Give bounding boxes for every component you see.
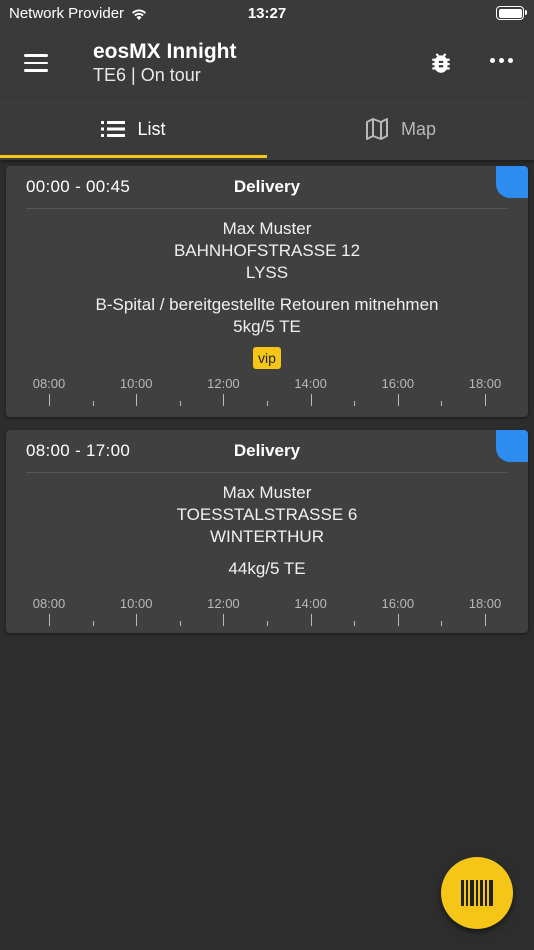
stop-card[interactable]: 00:00 - 00:45 Delivery Max Muster BAHNHO…	[6, 166, 528, 417]
timeline-label: 10:00	[119, 596, 153, 611]
timeline-major-tick	[485, 394, 486, 406]
timeline-minor-tick	[92, 621, 94, 626]
card-header: 00:00 - 00:45 Delivery	[6, 166, 528, 208]
bug-icon[interactable]	[428, 50, 454, 76]
scan-barcode-button[interactable]	[441, 857, 513, 929]
customer-city: WINTERTHUR	[210, 527, 324, 546]
card-timeline: 08:00 10:00 12:00 14:00 16:00 18:00	[27, 376, 507, 406]
timeline-label: 16:00	[381, 376, 415, 391]
timeline-major-tick	[310, 394, 312, 406]
timeline-minor-tick	[267, 621, 268, 626]
timeline-major-tick	[223, 394, 225, 406]
menu-icon[interactable]	[24, 54, 48, 72]
timeline-major-tick	[485, 614, 486, 626]
timeline-minor-tick	[441, 621, 443, 626]
timeline-label: 16:00	[381, 596, 415, 611]
customer-name: Max Muster	[222, 483, 312, 502]
active-tab-indicator	[0, 155, 267, 158]
status-time: 13:27	[247, 5, 287, 22]
card-header: 08:00 - 17:00 Delivery	[6, 430, 528, 472]
timeline-label: 10:00	[119, 376, 153, 391]
timeline-minor-tick	[179, 621, 181, 626]
app-header: eosMX Innight TE6 | On tour	[0, 28, 534, 98]
timeline-major-tick	[136, 394, 138, 406]
tab-list[interactable]: List	[0, 98, 267, 160]
stop-weight: 44kg/5 TE	[228, 559, 306, 578]
timeline-major-tick	[310, 614, 312, 626]
list-icon	[101, 121, 126, 137]
customer-city: LYSS	[245, 263, 289, 282]
customer-name: Max Muster	[222, 219, 312, 238]
timeline-minor-tick	[354, 621, 356, 626]
timeline-minor-tick	[179, 401, 181, 406]
timeline-label: 12:00	[207, 596, 240, 611]
customer-street: BAHNHOFSTRASSE 12	[173, 241, 361, 260]
map-icon	[365, 118, 388, 140]
timeline-minor-tick	[354, 401, 356, 406]
status-bar: Network Provider 13:27	[0, 0, 534, 28]
stop-card[interactable]: 08:00 - 17:00 Delivery Max Muster TOESST…	[6, 430, 528, 633]
battery-icon	[496, 6, 527, 20]
stop-note: B-Spital / bereitgestellte Retouren mitn…	[95, 295, 439, 314]
timeline-minor-tick	[92, 401, 94, 406]
more-options-icon[interactable]	[490, 58, 513, 63]
tab-map-label: Map	[400, 118, 436, 139]
barcode-icon	[461, 880, 493, 906]
timeline-label: 08:00	[32, 376, 66, 391]
timeline-label: 14:00	[294, 376, 327, 391]
tab-bar: List Map	[0, 98, 534, 160]
card-body: Max Muster BAHNHOFSTRASSE 12 LYSS B-Spit…	[6, 209, 528, 369]
timeline-label: 12:00	[207, 376, 240, 391]
tab-list-label: List	[137, 118, 166, 139]
timeline-major-tick	[397, 394, 399, 406]
timeline-minor-tick	[441, 401, 443, 406]
vip-badge: vip	[253, 347, 281, 369]
timeline-minor-tick	[267, 401, 268, 406]
card-stop-type: Delivery	[233, 441, 301, 460]
timeline-label: 14:00	[294, 596, 327, 611]
title-block: eosMX Innight TE6 | On tour	[93, 40, 237, 86]
timeline-label: 08:00	[32, 596, 66, 611]
timeline-major-tick	[397, 614, 399, 626]
timeline-major-tick	[49, 614, 50, 626]
app-subtitle: TE6 | On tour	[93, 65, 201, 85]
stop-weight: 5kg/5 TE	[233, 317, 301, 336]
timeline-major-tick	[136, 614, 138, 626]
card-timeline: 08:00 10:00 12:00 14:00 16:00 18:00	[27, 596, 507, 626]
app-title: eosMX Innight	[93, 40, 237, 63]
tab-map[interactable]: Map	[267, 98, 534, 160]
card-stop-type: Delivery	[233, 177, 301, 196]
timeline-label: 18:00	[468, 596, 502, 611]
timeline-label: 18:00	[468, 376, 502, 391]
card-body: Max Muster TOESSTALSTRASSE 6 WINTERTHUR …	[6, 473, 528, 580]
status-right	[496, 6, 527, 20]
timeline-major-tick	[49, 394, 50, 406]
customer-street: TOESSTALSTRASSE 6	[176, 505, 358, 524]
timeline-major-tick	[223, 614, 225, 626]
